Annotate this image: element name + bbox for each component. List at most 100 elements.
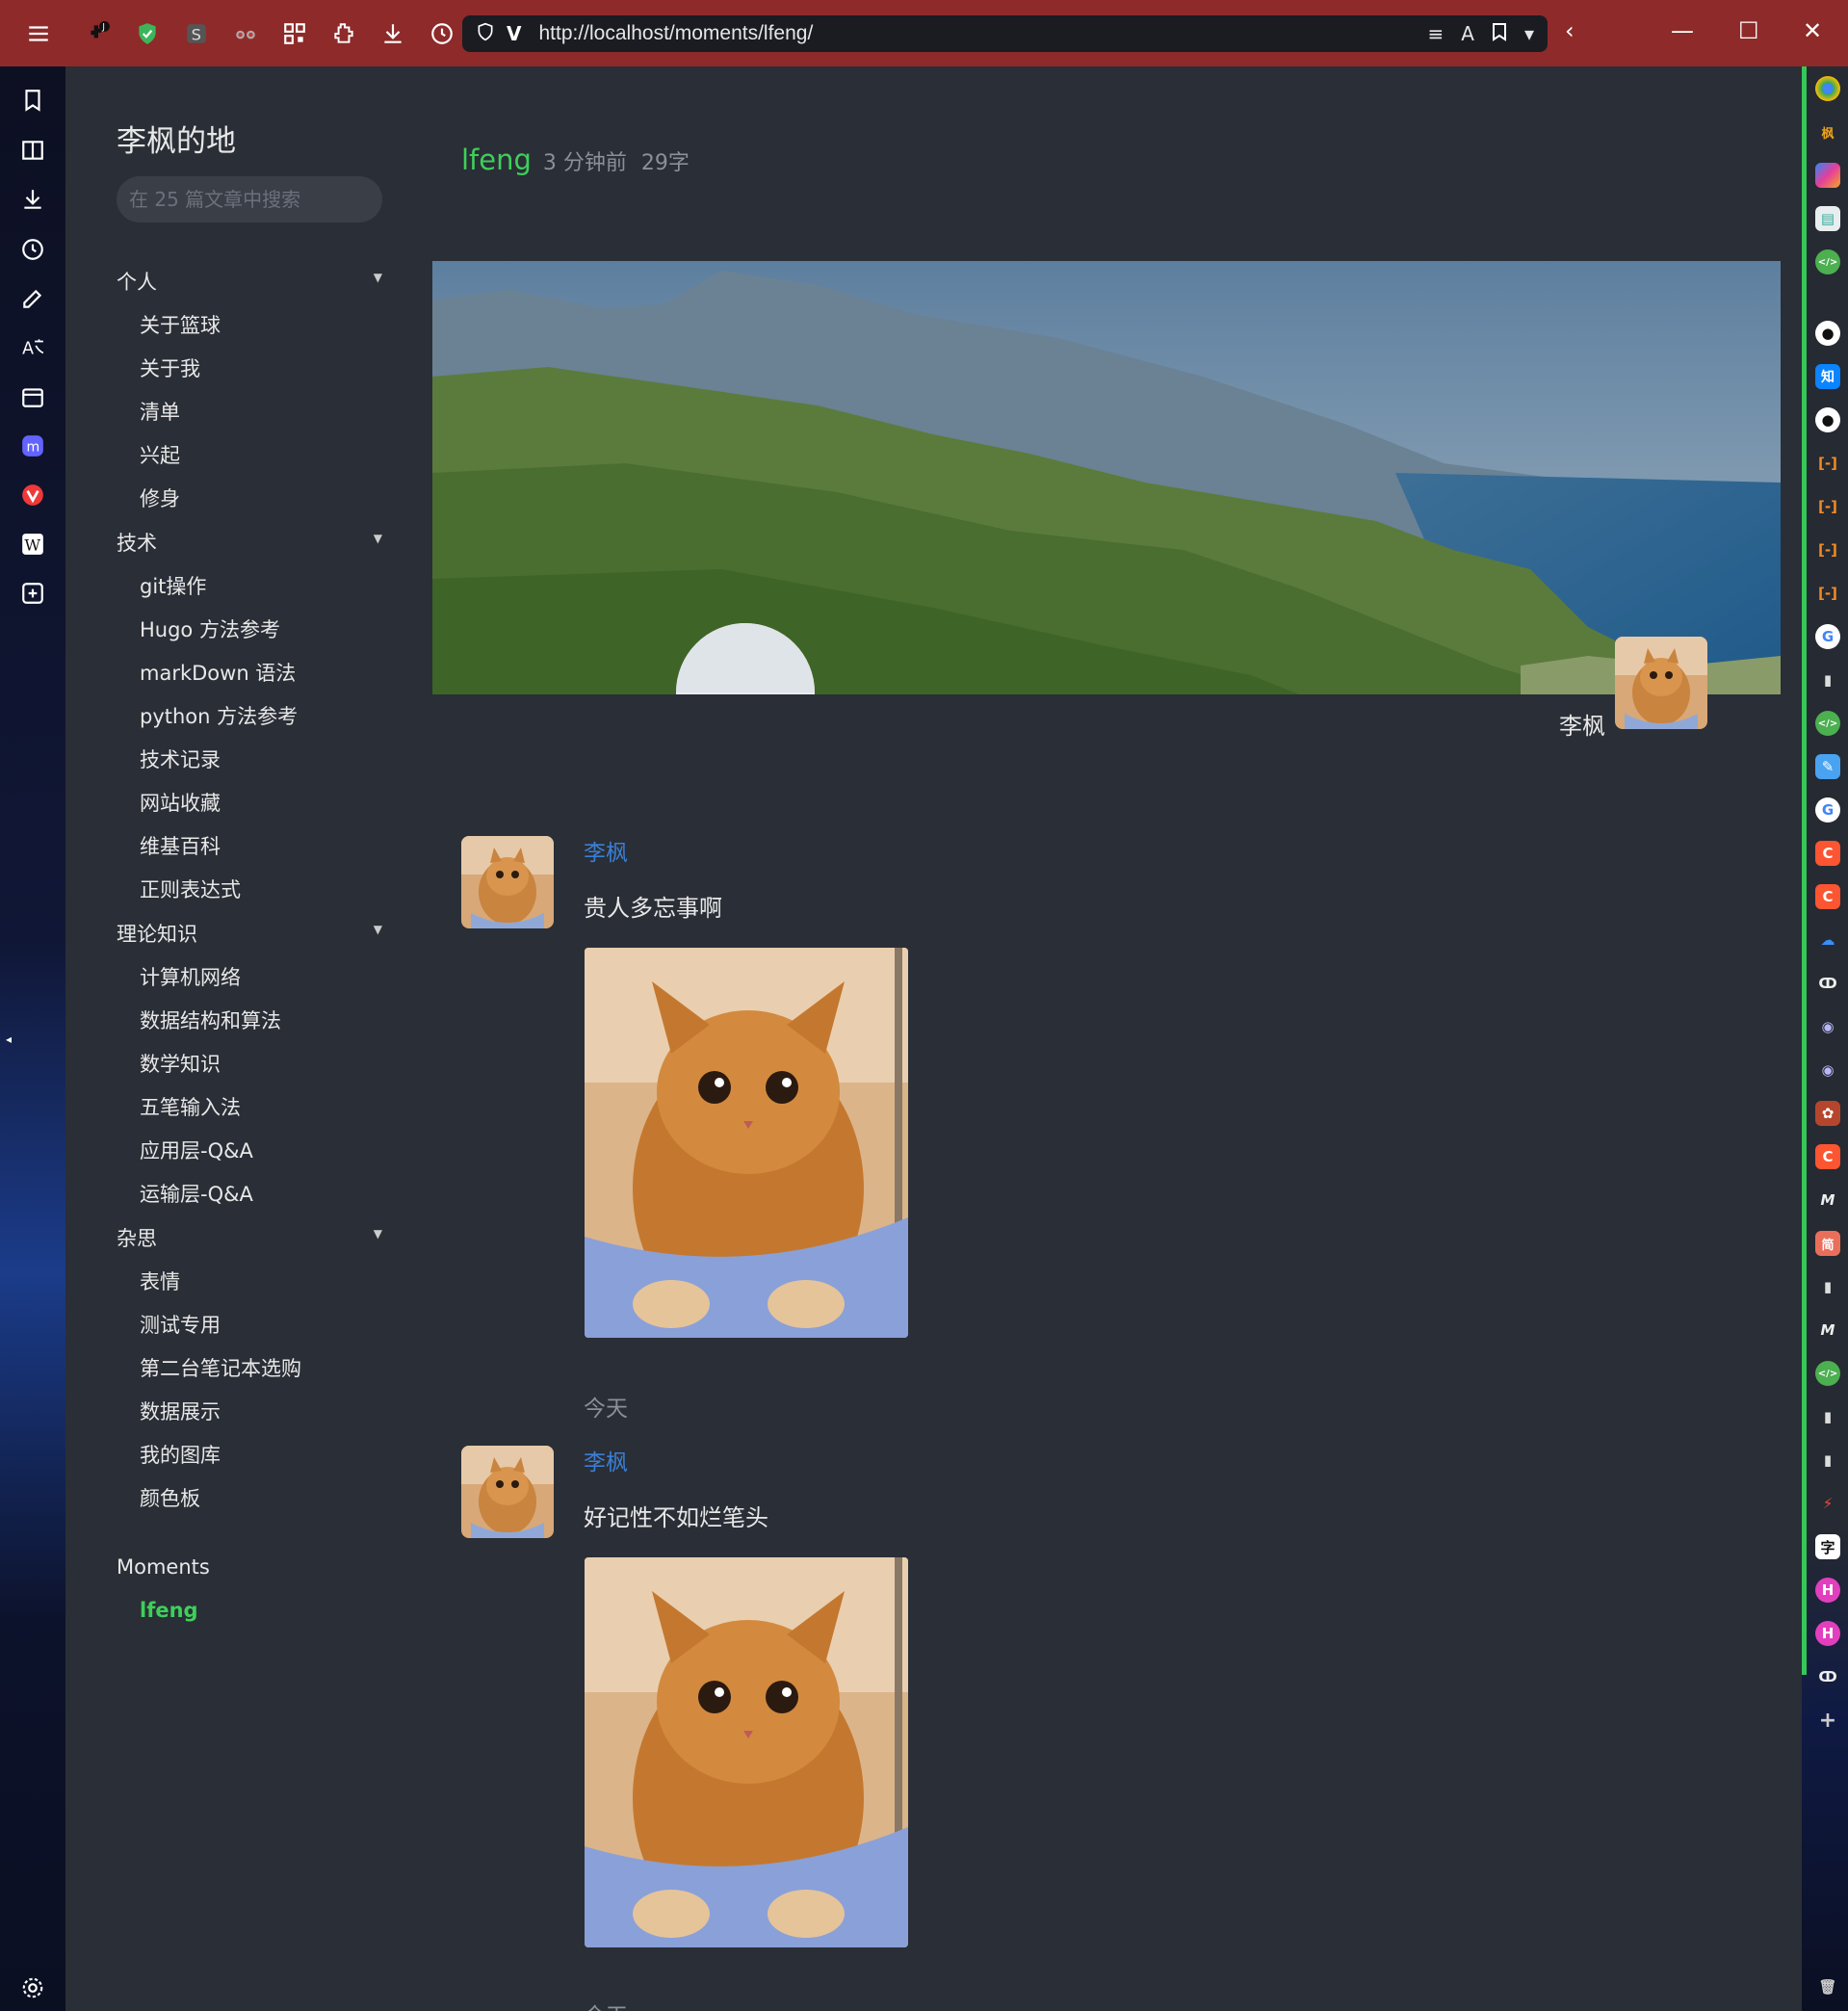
document-icon-2[interactable]: ▮ [1815, 1274, 1840, 1299]
qr-code-icon[interactable] [275, 14, 314, 53]
sidebar-link[interactable]: 数据展示 [140, 1397, 221, 1425]
sidebar-link[interactable]: 数据结构和算法 [140, 1006, 281, 1034]
moment-image[interactable] [585, 1557, 908, 1947]
h-icon-2[interactable]: H [1815, 1621, 1840, 1646]
mastodon-icon[interactable]: m [19, 432, 46, 459]
sidebar-link[interactable]: 维基百科 [140, 831, 221, 860]
sidebar-link[interactable]: 测试专用 [140, 1310, 221, 1339]
moment-avatar[interactable] [461, 836, 554, 928]
trash-icon[interactable]: 🗑 [1815, 1974, 1840, 1999]
lightning-icon[interactable]: ⚡ [1815, 1491, 1840, 1516]
collapse-triangle-icon[interactable]: ▼ [374, 528, 382, 557]
close-icon[interactable]: ✕ [1803, 17, 1822, 44]
bracket-orange-icon-2[interactable]: [-] [1815, 494, 1840, 519]
collapse-triangle-icon[interactable]: ▼ [374, 267, 382, 296]
downloads-panel-icon[interactable] [19, 186, 46, 213]
category-misc[interactable]: 杂思 ▼ [117, 1223, 382, 1252]
collapse-triangle-icon[interactable]: ▼ [374, 919, 382, 948]
document-icon-3[interactable]: ▮ [1815, 1404, 1840, 1429]
sidebar-link[interactable]: 表情 [140, 1267, 180, 1295]
moment-avatar[interactable] [461, 1446, 554, 1538]
moment-author[interactable]: 李枫 [584, 834, 628, 867]
calligraphy-icon[interactable]: 字 [1815, 1534, 1840, 1559]
reader-view-icon[interactable]: ≡ [1428, 22, 1445, 45]
code-green-icon-2[interactable]: </> [1815, 1361, 1840, 1386]
sidebar-link-active[interactable]: lfeng [140, 1599, 198, 1622]
reading-list-icon[interactable] [19, 137, 46, 164]
sidebar-link[interactable]: 清单 [140, 397, 180, 426]
collapse-triangle-icon[interactable]: ▼ [374, 1223, 382, 1252]
history-clock-icon[interactable] [423, 14, 461, 53]
calendar-icon[interactable] [19, 383, 46, 410]
download-icon[interactable] [374, 14, 412, 53]
post-author[interactable]: lfeng [461, 144, 532, 176]
s-extension-icon[interactable]: S [177, 14, 216, 53]
copilot-icon[interactable] [1815, 163, 1840, 188]
cat-paw-icon[interactable]: ✿ [1815, 1101, 1840, 1126]
sidebar-link[interactable]: python 方法参考 [140, 701, 298, 730]
profile-name[interactable]: 李枫 [1559, 707, 1605, 741]
sidebar-link[interactable]: 颜色板 [140, 1483, 200, 1512]
document-icon[interactable]: ▮ [1815, 667, 1840, 692]
settings-gear-icon[interactable] [19, 1974, 46, 2001]
sidebar-link[interactable]: 五笔输入法 [140, 1092, 241, 1121]
vivaldi-icon[interactable] [19, 482, 46, 509]
minimize-icon[interactable]: — [1671, 17, 1694, 44]
google-alt-icon[interactable]: G [1815, 797, 1840, 823]
search-input[interactable] [117, 176, 382, 222]
add-web-panel-icon[interactable]: + [1815, 1708, 1840, 1733]
document-icon-4[interactable]: ▮ [1815, 1448, 1840, 1473]
site-shield-icon[interactable] [476, 21, 495, 46]
sidebar-link[interactable]: 数学知识 [140, 1049, 221, 1078]
site-title[interactable]: 李枫的地 [117, 117, 236, 160]
zhihu-icon[interactable]: 知 [1815, 364, 1840, 389]
maximize-icon[interactable]: ☐ [1738, 17, 1759, 44]
doodle-icon-1[interactable]: ↀ [1815, 971, 1840, 996]
history-panel-icon[interactable] [19, 236, 46, 263]
sidebar-link[interactable]: 关于篮球 [140, 310, 221, 339]
sidebar-link[interactable]: 兴起 [140, 440, 180, 469]
code-green-icon[interactable]: </> [1815, 711, 1840, 736]
glasses-extension-icon[interactable] [226, 14, 265, 53]
bracket-orange-icon-1[interactable]: [-] [1815, 451, 1840, 476]
jian-icon[interactable]: 简 [1815, 1231, 1840, 1256]
sidebar-link[interactable]: Hugo 方法参考 [140, 614, 280, 643]
sidebar-link[interactable]: 应用层-Q&A [140, 1136, 253, 1164]
target-icon-2[interactable]: ◉ [1815, 1058, 1840, 1083]
translate-icon[interactable]: A [1461, 22, 1474, 45]
category-tech[interactable]: 技术 ▼ [117, 528, 382, 557]
target-icon-1[interactable]: ◉ [1815, 1014, 1840, 1039]
notes-icon[interactable] [19, 285, 46, 312]
address-bar[interactable]: V http://localhost/moments/lfeng/ ≡ A ▾ [462, 15, 1548, 52]
sidebar-link[interactable]: 修身 [140, 483, 180, 512]
sidebar-link[interactable]: 关于我 [140, 353, 200, 382]
m-script-icon-1[interactable]: M [1815, 1188, 1840, 1213]
vivaldi-v-icon[interactable]: V [507, 22, 521, 45]
moment-author[interactable]: 李枫 [584, 1444, 628, 1476]
back-chevron-icon[interactable]: ‹ [1565, 17, 1575, 44]
chrome-web-icon[interactable] [1815, 76, 1840, 101]
sidebar-link[interactable]: git操作 [140, 571, 206, 600]
bookmark-icon[interactable] [1492, 22, 1507, 46]
wikipedia-icon[interactable]: W [19, 531, 46, 558]
menu-icon[interactable] [19, 14, 58, 53]
category-theory[interactable]: 理论知识 ▼ [117, 919, 382, 948]
shield-check-icon[interactable] [128, 14, 167, 53]
h-icon-1[interactable]: H [1815, 1578, 1840, 1603]
sidebar-link[interactable]: 网站收藏 [140, 788, 221, 817]
moment-image[interactable] [585, 948, 908, 1338]
sidebar-link[interactable]: 第二台笔记本选购 [140, 1353, 301, 1382]
bracket-orange-icon-3[interactable]: [-] [1815, 537, 1840, 562]
collapse-panel-icon[interactable]: ◂ [4, 1026, 13, 1053]
sidebar-link[interactable]: 正则表达式 [140, 875, 241, 903]
dropdown-chevron-icon[interactable]: ▾ [1524, 22, 1534, 45]
sidebar-link[interactable]: 计算机网络 [140, 962, 241, 991]
extension-puzzle-badge-icon[interactable]: J [79, 14, 117, 53]
pen-icon[interactable]: ✎ [1815, 754, 1840, 779]
add-panel-icon[interactable] [19, 580, 46, 607]
fengyu-icon[interactable]: 枫 [1815, 119, 1840, 144]
github-icon[interactable]: ● [1815, 321, 1840, 346]
github-alt-icon[interactable]: ● [1815, 407, 1840, 432]
doodle-icon-2[interactable]: ↀ [1815, 1664, 1840, 1689]
sidebar-link[interactable]: 技术记录 [140, 744, 221, 773]
